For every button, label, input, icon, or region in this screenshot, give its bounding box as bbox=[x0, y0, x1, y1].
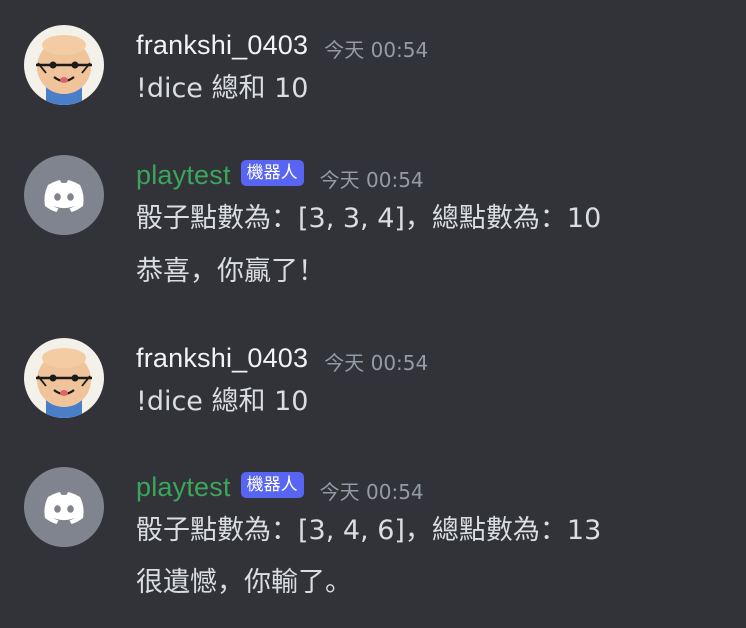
message-header: frankshi_0403 今天 00:54 bbox=[136, 28, 428, 62]
timestamp[interactable]: 今天 00:54 bbox=[320, 476, 424, 505]
message-content: 骰子點數為：[3, 4, 6]，總點數為：13 bbox=[136, 515, 602, 546]
bot-tag: 機器人 bbox=[240, 472, 304, 498]
bot-avatar[interactable] bbox=[24, 155, 104, 235]
message-content: 恭喜，你贏了！ bbox=[136, 256, 325, 287]
username[interactable]: playtest bbox=[136, 160, 231, 191]
discord-logo-icon bbox=[24, 467, 104, 547]
discord-logo-icon bbox=[24, 155, 104, 235]
cartoon-face-avatar-icon bbox=[24, 25, 104, 105]
username[interactable]: frankshi_0403 bbox=[136, 343, 308, 374]
timestamp[interactable]: 今天 00:54 bbox=[320, 164, 424, 193]
message-content: 很遺憾，你輸了。 bbox=[136, 567, 352, 598]
message-header: playtest 機器人 今天 00:54 bbox=[136, 158, 424, 192]
message-content: !dice 總和 10 bbox=[136, 73, 309, 104]
message-content: !dice 總和 10 bbox=[136, 386, 309, 417]
user-avatar[interactable] bbox=[24, 25, 104, 105]
username[interactable]: playtest bbox=[136, 472, 231, 503]
message-header: playtest 機器人 今天 00:54 bbox=[136, 470, 424, 504]
message-header: frankshi_0403 今天 00:54 bbox=[136, 341, 428, 375]
bot-avatar[interactable] bbox=[24, 467, 104, 547]
timestamp[interactable]: 今天 00:54 bbox=[324, 34, 428, 63]
user-avatar[interactable] bbox=[24, 338, 104, 418]
bot-tag: 機器人 bbox=[240, 160, 304, 186]
message-content: 骰子點數為：[3, 3, 4]，總點數為：10 bbox=[136, 203, 602, 234]
timestamp[interactable]: 今天 00:54 bbox=[324, 347, 428, 376]
cartoon-face-avatar-icon bbox=[24, 338, 104, 418]
username[interactable]: frankshi_0403 bbox=[136, 30, 308, 61]
